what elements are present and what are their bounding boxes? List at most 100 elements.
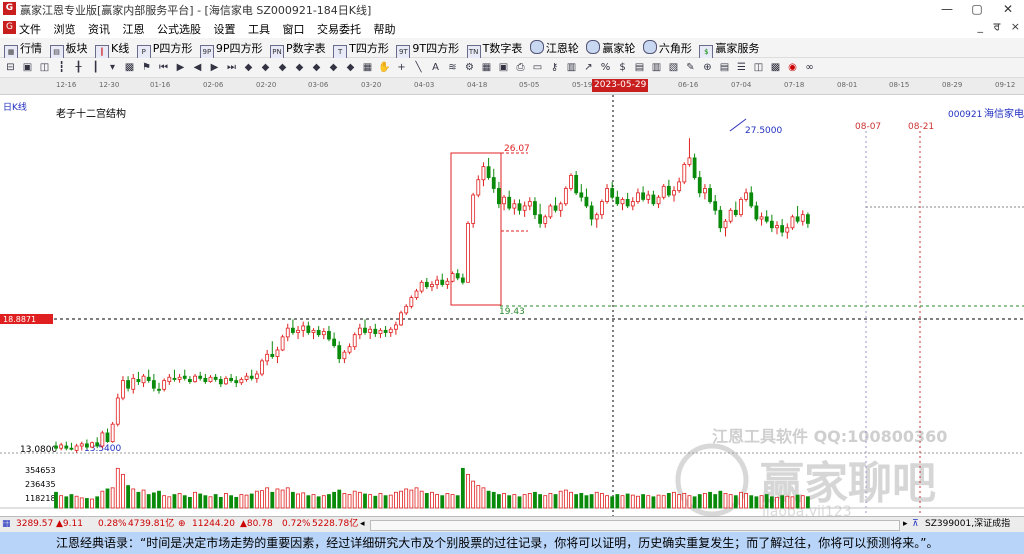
cube-icon[interactable]: ▩ bbox=[769, 61, 782, 74]
toolbar-hexagon-button[interactable]: 六角形 bbox=[642, 40, 692, 56]
ruler-icon[interactable]: ≋ bbox=[446, 61, 459, 74]
chart-icon[interactable]: ▥ bbox=[650, 61, 663, 74]
edit-icon[interactable]: ✎ bbox=[684, 61, 697, 74]
menu-browse[interactable]: 浏览 bbox=[54, 23, 76, 36]
bars-icon[interactable]: ▥ bbox=[565, 61, 578, 74]
line-icon[interactable]: ╲ bbox=[412, 61, 425, 74]
timeline-date: 08-15 bbox=[889, 81, 910, 89]
zoom-icon[interactable]: ⊕ bbox=[701, 61, 714, 74]
flag-icon[interactable]: ⚑ bbox=[140, 61, 153, 74]
toolbar-9p-square-button[interactable]: 9P 9P四方形 bbox=[199, 41, 263, 59]
kline-icon[interactable]: ╂ bbox=[72, 61, 85, 74]
status-grid-icon[interactable]: ▦ bbox=[2, 517, 11, 532]
window-icon[interactable]: ◫ bbox=[38, 61, 51, 74]
child-restore-button[interactable]: ਰ bbox=[993, 20, 1000, 33]
image-icon[interactable]: ▧ bbox=[667, 61, 680, 74]
trend-icon[interactable]: ↗ bbox=[582, 61, 595, 74]
menu-trade[interactable]: 交易委托 bbox=[317, 23, 361, 36]
toolbar-gann-wheel-button[interactable]: 江恩轮 bbox=[529, 40, 579, 56]
menu-gann[interactable]: 江恩 bbox=[123, 23, 145, 36]
scroll-right-icon[interactable]: ▸ bbox=[903, 517, 908, 532]
scroll-left-icon[interactable]: ◂ bbox=[360, 517, 365, 532]
volume-bar bbox=[548, 493, 553, 509]
candle-icon[interactable]: ┇ bbox=[55, 61, 68, 74]
print-icon[interactable]: ⎙ bbox=[514, 61, 527, 74]
menu-tools[interactable]: 工具 bbox=[248, 23, 270, 36]
volume-bar bbox=[697, 494, 702, 509]
diamond-icon[interactable]: ◆ bbox=[344, 61, 357, 74]
gear-icon[interactable]: ⚙ bbox=[463, 61, 476, 74]
calendar-icon[interactable]: ▦ bbox=[480, 61, 493, 74]
toolbar-t-square-button[interactable]: T T四方形 bbox=[333, 41, 389, 59]
diamond-icon[interactable]: ◆ bbox=[276, 61, 289, 74]
close-button[interactable]: ✕ bbox=[993, 0, 1023, 18]
child-close-button[interactable]: × bbox=[1011, 20, 1020, 33]
child-minimize-button[interactable]: _ bbox=[977, 20, 983, 33]
window-icon[interactable]: ◫ bbox=[752, 61, 765, 74]
key-icon[interactable]: ⚷ bbox=[548, 61, 561, 74]
date-timeline[interactable]: 12-16 12-30 01-16 02-06 02-20 03-06 03-2… bbox=[0, 78, 1024, 95]
candle bbox=[327, 331, 331, 340]
candle bbox=[321, 331, 326, 336]
volume-bar bbox=[254, 490, 259, 509]
bar-icon[interactable]: ┃ bbox=[89, 61, 102, 74]
layout-icon[interactable]: ⊟ bbox=[4, 61, 17, 74]
last-icon[interactable]: ⏭ bbox=[225, 61, 238, 74]
forward-icon[interactable]: ▶ bbox=[208, 61, 221, 74]
menu-file[interactable]: 文件 bbox=[19, 23, 41, 36]
volume-bar bbox=[213, 494, 218, 509]
menu-settings[interactable]: 设置 bbox=[214, 23, 236, 36]
percent-icon[interactable]: % bbox=[599, 61, 612, 74]
menu-help[interactable]: 帮助 bbox=[374, 23, 396, 36]
toolbar-p-table-button[interactable]: PN P数字表 bbox=[270, 41, 326, 59]
diamond-icon[interactable]: ◆ bbox=[310, 61, 323, 74]
play-icon[interactable]: ▶ bbox=[174, 61, 187, 74]
candle bbox=[332, 338, 337, 347]
infinity-icon[interactable]: ∞ bbox=[803, 61, 816, 74]
monitor-icon[interactable]: ▭ bbox=[531, 61, 544, 74]
diamond-icon[interactable]: ◆ bbox=[327, 61, 340, 74]
back-icon[interactable]: ◀ bbox=[191, 61, 204, 74]
horizontal-scrollbar[interactable] bbox=[370, 520, 900, 531]
save-icon[interactable]: ▣ bbox=[497, 61, 510, 74]
hand-icon[interactable]: ✋ bbox=[378, 61, 391, 74]
diamond-icon[interactable]: ◆ bbox=[242, 61, 255, 74]
cross-icon[interactable]: + bbox=[395, 61, 408, 74]
candle bbox=[213, 376, 218, 380]
color-wheel-icon[interactable]: ◉ bbox=[786, 61, 799, 74]
first-icon[interactable]: ⏮ bbox=[157, 61, 170, 74]
volume-bar bbox=[574, 494, 579, 509]
toolbar-sector-button[interactable]: ▤ 板块 bbox=[49, 41, 88, 59]
candle bbox=[368, 328, 373, 333]
diamond-icon[interactable]: ◆ bbox=[293, 61, 306, 74]
dollar-icon[interactable]: $ bbox=[616, 61, 629, 74]
toolbar-winner-wheel-button[interactable]: 赢家轮 bbox=[586, 40, 635, 56]
toolbar-p-square-button[interactable]: P P四方形 bbox=[136, 41, 192, 59]
toolbar-kline-button[interactable]: ┃ K线 bbox=[95, 41, 129, 59]
volume-bar bbox=[754, 496, 759, 509]
dropdown-icon[interactable]: ▾ bbox=[106, 61, 119, 74]
volume-bar bbox=[74, 495, 79, 509]
text-icon[interactable]: A bbox=[429, 61, 442, 74]
kline-chart-svg[interactable]: 江恩工具软件 QQ:100800360 赢家聊吧 jiaoba.yjj123 日… bbox=[0, 95, 1024, 520]
diamond-icon[interactable]: ◆ bbox=[259, 61, 272, 74]
minimize-button[interactable]: — bbox=[932, 0, 962, 18]
chart-icon[interactable]: ▣ bbox=[21, 61, 34, 74]
color-icon[interactable]: ▩ bbox=[123, 61, 136, 74]
toolbar-quote-button[interactable]: ▦ 行情 bbox=[4, 41, 42, 59]
maximize-button[interactable]: ▢ bbox=[962, 0, 992, 18]
volume-bar bbox=[198, 493, 203, 509]
toolbar-9t-square-button[interactable]: 9T 9T四方形 bbox=[396, 41, 459, 59]
layers-icon[interactable]: ▤ bbox=[718, 61, 731, 74]
menu-window[interactable]: 窗口 bbox=[283, 23, 305, 36]
volume-bar bbox=[136, 491, 141, 509]
toolbar-t-table-button[interactable]: TN T数字表 bbox=[466, 41, 522, 59]
kline-chart[interactable]: 江恩工具软件 QQ:100800360 赢家聊吧 jiaoba.yjj123 日… bbox=[0, 95, 1024, 520]
table-icon[interactable]: ▤ bbox=[633, 61, 646, 74]
grid-icon[interactable]: ▦ bbox=[361, 61, 374, 74]
menu-formula[interactable]: 公式选股 bbox=[157, 23, 201, 36]
list-icon[interactable]: ☰ bbox=[735, 61, 748, 74]
menu-info[interactable]: 资讯 bbox=[88, 23, 110, 36]
volume-bar bbox=[321, 495, 326, 509]
toolbar-service-button[interactable]: $ 赢家服务 bbox=[699, 41, 759, 59]
